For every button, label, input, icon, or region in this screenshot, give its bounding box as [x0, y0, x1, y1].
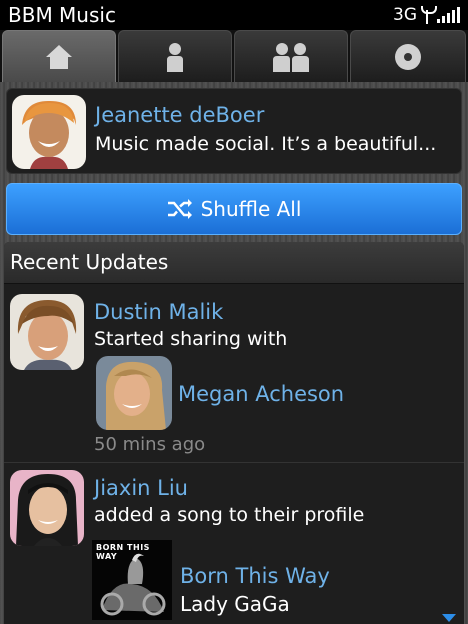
avatar [10, 294, 84, 370]
tab-music[interactable] [350, 30, 466, 82]
signal-bar-icon [457, 7, 460, 23]
section-title: Recent Updates [10, 250, 169, 274]
signal-bar-icon [437, 19, 440, 23]
person-icon [167, 42, 183, 72]
signal-bar-icon [442, 16, 445, 23]
tab-friends[interactable] [234, 30, 348, 82]
tab-profile[interactable] [118, 30, 232, 82]
avatar [10, 470, 84, 546]
update-action: Started sharing with [94, 328, 288, 350]
tab-home[interactable] [2, 30, 116, 82]
recent-updates-panel: Recent Updates Dustin Malik Started shar… [4, 242, 464, 624]
profile-status: Music made social. It’s a beautiful... [95, 133, 437, 155]
scroll-down-icon[interactable] [442, 614, 456, 622]
list-item[interactable]: Jiaxin Liu added a song to their profile… [4, 464, 464, 624]
main-content: Jeanette deBoer Music made social. It’s … [0, 82, 468, 624]
people-icon [273, 42, 309, 72]
network-type: 3G [393, 5, 417, 25]
avatar [12, 95, 86, 169]
shared-with-name[interactable]: Megan Acheson [178, 382, 344, 406]
song-title[interactable]: Born This Way [180, 564, 330, 588]
status-bar: BBM Music 3G [0, 0, 468, 30]
album-art[interactable]: BORN THIS WAY [92, 540, 172, 620]
recent-updates-header: Recent Updates [4, 242, 464, 284]
shuffle-icon [167, 199, 192, 219]
update-user-name[interactable]: Dustin Malik [94, 300, 223, 324]
disc-icon [395, 43, 421, 70]
profile-card[interactable]: Jeanette deBoer Music made social. It’s … [6, 88, 462, 174]
album-text: BORN THIS WAY [96, 543, 150, 561]
signal-bar-icon [447, 13, 450, 23]
app-title: BBM Music [8, 3, 116, 27]
update-user-name[interactable]: Jiaxin Liu [94, 476, 188, 500]
tab-bar [0, 30, 468, 82]
update-time: 50 mins ago [94, 434, 206, 455]
home-icon [46, 44, 72, 69]
list-item[interactable]: Dustin Malik Started sharing with Megan … [4, 288, 464, 458]
network-indicator: 3G [393, 3, 460, 27]
song-artist: Lady GaGa [180, 592, 290, 616]
shuffle-all-button[interactable]: Shuffle All [6, 183, 462, 235]
profile-name: Jeanette deBoer [95, 103, 265, 127]
update-action: added a song to their profile [94, 504, 365, 526]
signal-bar-icon [452, 10, 455, 23]
avatar [96, 356, 172, 430]
antenna-icon [421, 6, 437, 24]
divider [4, 462, 464, 463]
shuffle-all-label: Shuffle All [200, 197, 302, 221]
